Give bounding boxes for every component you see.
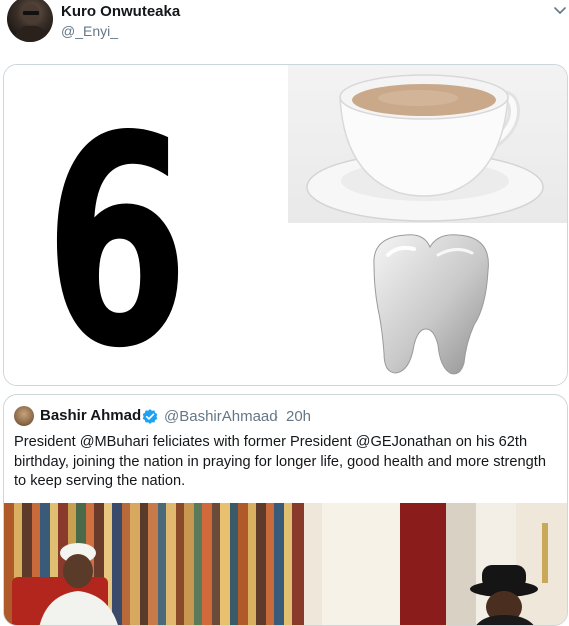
quoted-author-handle[interactable]: @BashirAhmaad [164, 408, 278, 425]
presidents-meeting-photo[interactable] [4, 503, 567, 625]
quoted-tweet-card[interactable]: Bashir Ahmad @BashirAhmaad · 20h Preside… [3, 394, 568, 626]
tea-cup-image[interactable] [288, 65, 567, 223]
media-number-image[interactable]: 6 [4, 65, 285, 385]
quoted-tweet-text: President @MBuhari feliciates with forme… [14, 434, 546, 489]
quoted-tweet-timestamp[interactable]: 20h [286, 408, 311, 425]
author-avatar[interactable] [7, 0, 53, 42]
tweet-media-grid[interactable]: 6 [3, 64, 568, 386]
number-six-text: 6 [44, 75, 190, 386]
separator-dot: · [274, 408, 279, 425]
chevron-down-icon[interactable] [552, 2, 568, 18]
author-name[interactable]: Kuro Onwuteaka [61, 3, 180, 20]
tooth-image[interactable] [288, 225, 567, 385]
quoted-author-avatar[interactable] [14, 406, 34, 426]
author-handle[interactable]: @_Enyi_ [61, 23, 118, 39]
quoted-author-name[interactable]: Bashir Ahmad [40, 407, 141, 424]
verified-badge-icon [141, 408, 159, 426]
